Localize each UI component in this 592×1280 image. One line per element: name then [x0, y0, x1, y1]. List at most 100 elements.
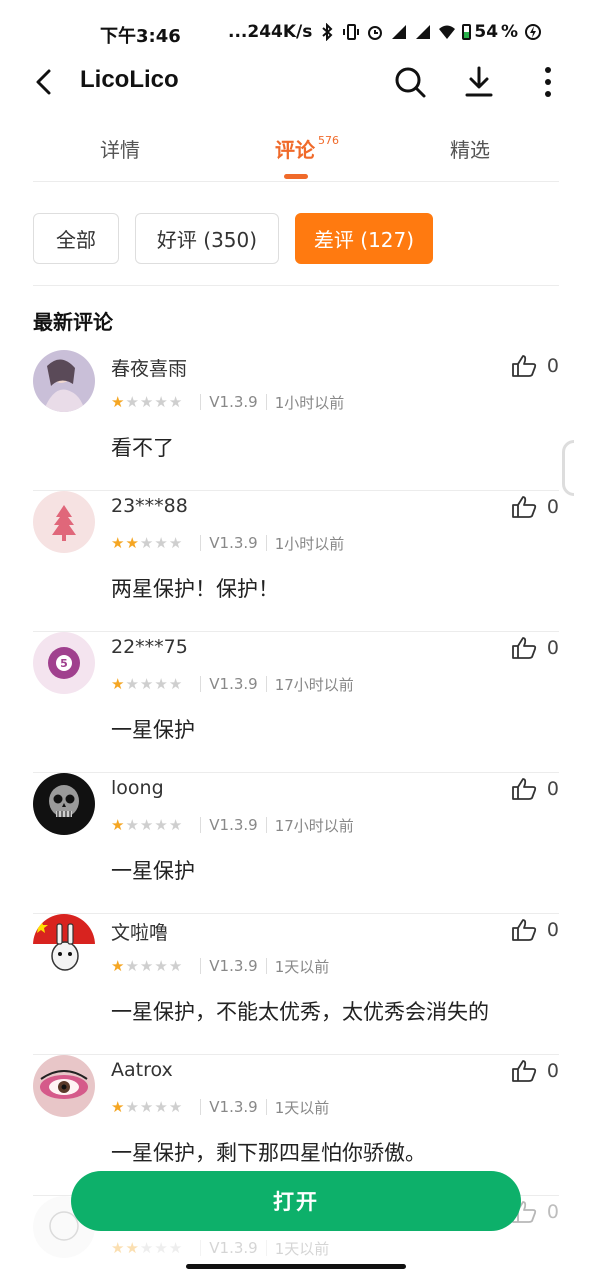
star-empty-icon: ★	[168, 392, 183, 411]
star-empty-icon: ★	[154, 533, 168, 552]
like-count: 0	[546, 496, 559, 518]
battery-indicator: 54%	[462, 22, 518, 42]
app-version: V1.3.9	[209, 957, 258, 975]
active-tab-indicator	[284, 174, 308, 179]
star-rating: ★ ★ ★ ★ ★	[111, 956, 183, 975]
comment-text: 一星保护，不能太优秀，太优秀会消失的	[111, 1000, 489, 1024]
comment-time: 1天以前	[274, 1098, 330, 1117]
filter-negative-button[interactable]: 差评 (127)	[295, 213, 433, 264]
star-empty-icon: ★	[125, 815, 139, 834]
avatar[interactable]	[33, 914, 95, 976]
battery-level: 54	[474, 22, 499, 42]
like-button[interactable]: 0	[511, 636, 559, 660]
comment-meta: ★ ★ ★ ★ ★ V1.3.9 1天以前	[111, 1097, 329, 1117]
back-arrow-icon[interactable]	[30, 66, 60, 98]
star-empty-icon: ★	[168, 815, 183, 834]
divider	[33, 181, 559, 182]
like-button[interactable]: 0	[511, 1059, 559, 1083]
star-empty-icon: ★	[139, 674, 154, 693]
tab-comments-label: 评论	[275, 138, 315, 162]
more-options-icon[interactable]	[530, 64, 566, 100]
open-app-button[interactable]: 打开	[71, 1171, 521, 1231]
status-bar: 下午3:46 ...244K/s 54%	[0, 0, 592, 64]
comment-time: 1小时以前	[274, 534, 345, 553]
comment-item: 5 22***75 ★ ★ ★ ★ ★ V1.3.9 17小时以前 一星保护 0	[33, 632, 559, 773]
comment-text: 两星保护！保护！	[111, 577, 279, 601]
comment-text: 一星保护	[111, 718, 195, 742]
like-count: 0	[546, 778, 559, 800]
like-button[interactable]: 0	[511, 495, 559, 519]
comment-username[interactable]: 文啦噜	[111, 918, 168, 945]
search-icon[interactable]	[392, 64, 428, 100]
comment-meta: ★ ★ ★ ★ ★ V1.3.9 1小时以前	[111, 392, 344, 412]
thumbs-up-icon	[512, 778, 537, 800]
comment-username[interactable]: 22***75	[111, 636, 188, 658]
avatar[interactable]	[33, 1055, 95, 1117]
star-empty-icon: ★	[154, 392, 168, 411]
app-version: V1.3.9	[209, 534, 258, 552]
avatar[interactable]: 5	[33, 632, 95, 694]
like-count: 0	[546, 355, 559, 377]
star-filled-icon: ★	[111, 1238, 125, 1257]
like-button[interactable]: 0	[511, 777, 559, 801]
star-filled-icon: ★	[111, 956, 125, 975]
comment-username[interactable]: loong	[111, 777, 164, 799]
bluetooth-icon	[322, 23, 333, 41]
alarm-icon	[368, 26, 383, 40]
comment-username[interactable]: 23***88	[111, 495, 188, 517]
star-filled-icon: ★	[125, 533, 139, 552]
like-count: 0	[546, 637, 559, 659]
star-empty-icon: ★	[154, 956, 168, 975]
avatar[interactable]	[33, 491, 95, 553]
like-button[interactable]: 0	[511, 918, 559, 942]
like-button[interactable]: 0	[511, 354, 559, 378]
tab-details[interactable]: 详情	[100, 134, 140, 163]
comment-count-badge: 576	[318, 134, 339, 147]
star-empty-icon: ★	[168, 674, 183, 693]
signal-hd-icon	[392, 25, 407, 39]
star-filled-icon: ★	[111, 815, 125, 834]
thumbs-up-icon	[512, 637, 537, 659]
tab-comments[interactable]: 评论 576	[275, 134, 339, 163]
avatar[interactable]	[33, 350, 95, 412]
comment-item: loong ★ ★ ★ ★ ★ V1.3.9 17小时以前 一星保护 0	[33, 773, 559, 914]
app-header: LicoLico	[0, 56, 592, 108]
app-version: V1.3.9	[209, 1239, 258, 1257]
star-empty-icon: ★	[139, 1097, 154, 1116]
app-version: V1.3.9	[209, 816, 258, 834]
comment-time: 17小时以前	[274, 816, 354, 835]
star-filled-icon: ★	[125, 1238, 139, 1257]
section-title: 最新评论	[33, 310, 113, 334]
filter-positive-button[interactable]: 好评 (350)	[135, 213, 279, 264]
comment-item: 春夜喜雨 ★ ★ ★ ★ ★ V1.3.9 1小时以前 看不了 0	[33, 350, 559, 491]
star-filled-icon: ★	[111, 1097, 125, 1116]
thumbs-up-icon	[512, 496, 537, 518]
download-icon[interactable]	[461, 64, 497, 100]
home-indicator[interactable]	[186, 1264, 406, 1269]
comment-meta: ★ ★ ★ ★ ★ V1.3.9 17小时以前	[111, 674, 354, 694]
star-empty-icon: ★	[139, 956, 154, 975]
page-title: LicoLico	[80, 66, 179, 93]
signal-icon	[416, 25, 431, 39]
star-rating: ★ ★ ★ ★ ★	[111, 674, 183, 693]
star-empty-icon: ★	[139, 392, 154, 411]
like-count: 0	[546, 1060, 559, 1082]
star-rating: ★ ★ ★ ★ ★	[111, 392, 183, 411]
comment-item: 文啦噜 ★ ★ ★ ★ ★ V1.3.9 1天以前 一星保护，不能太优秀，太优秀会消失的…	[33, 914, 559, 1055]
like-count: 0	[546, 919, 559, 941]
like-count: 0	[546, 1201, 559, 1223]
comment-username[interactable]: 春夜喜雨	[111, 354, 187, 381]
divider	[33, 285, 559, 286]
star-rating: ★ ★ ★ ★ ★	[111, 1097, 182, 1116]
scroll-handle[interactable]	[562, 440, 574, 496]
comment-meta: ★ ★ ★ ★ ★ V1.3.9 1小时以前	[111, 533, 344, 553]
app-version: V1.3.9	[209, 1098, 258, 1116]
comment-text: 一星保护	[111, 859, 195, 883]
avatar[interactable]	[33, 773, 95, 835]
filter-all-button[interactable]: 全部	[33, 213, 119, 264]
star-empty-icon: ★	[125, 1097, 139, 1116]
star-empty-icon: ★	[168, 956, 183, 975]
tab-featured[interactable]: 精选	[450, 134, 490, 163]
comment-username[interactable]: Aatrox	[111, 1059, 173, 1081]
star-empty-icon: ★	[154, 674, 168, 693]
